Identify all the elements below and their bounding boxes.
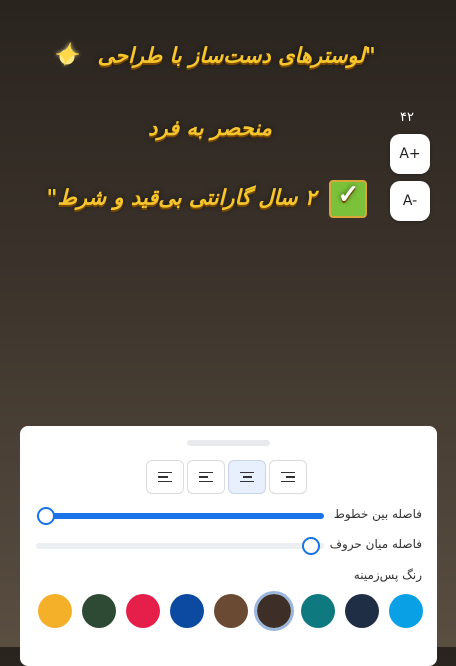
caption-line-3: ۲ سال گارانتی بی‌قید و شرط" bbox=[30, 180, 390, 218]
color-swatch[interactable] bbox=[38, 594, 72, 628]
decrease-font-button[interactable]: A- bbox=[390, 181, 430, 221]
line-spacing-thumb[interactable] bbox=[36, 507, 55, 525]
letter-spacing-thumb[interactable] bbox=[301, 537, 320, 555]
align-center-icon bbox=[240, 471, 254, 483]
font-size-value: ۴۲ bbox=[400, 110, 414, 125]
caption-line-2: منحصر به فرد bbox=[148, 115, 272, 140]
color-swatch[interactable] bbox=[81, 594, 116, 628]
align-left-button[interactable] bbox=[146, 460, 184, 494]
line-spacing-row: فاصله بین خطوط bbox=[20, 504, 437, 528]
alignment-group bbox=[146, 460, 307, 494]
letter-spacing-row: فاصله میان حروف bbox=[20, 534, 437, 558]
background-color-label: رنگ پس‌زمینه bbox=[353, 568, 422, 582]
color-swatch[interactable] bbox=[213, 594, 248, 628]
color-swatch[interactable] bbox=[345, 594, 380, 628]
background-color-swatches bbox=[38, 591, 423, 631]
color-swatch[interactable] bbox=[169, 594, 204, 628]
letter-spacing-label: فاصله میان حروف bbox=[329, 537, 422, 551]
sparkles-icon bbox=[50, 38, 85, 74]
caption-text-1: "لوسترهای دست‌ساز با طراحی bbox=[97, 42, 376, 68]
increase-font-button[interactable]: A+ bbox=[390, 134, 430, 174]
align-right-icon bbox=[281, 471, 295, 483]
caption-line-1: "لوسترهای دست‌ساز با طراحی bbox=[30, 38, 390, 74]
align-left-icon bbox=[158, 471, 172, 483]
color-swatch[interactable] bbox=[254, 591, 295, 631]
align-right-button[interactable] bbox=[269, 460, 307, 494]
letter-spacing-track[interactable] bbox=[36, 537, 324, 555]
line-spacing-label: فاصله بین خطوط bbox=[333, 507, 422, 521]
align-center-button[interactable] bbox=[228, 460, 266, 494]
color-swatch[interactable] bbox=[389, 594, 423, 628]
color-swatch[interactable] bbox=[301, 594, 336, 628]
color-swatch[interactable] bbox=[125, 594, 160, 628]
line-spacing-fill bbox=[44, 513, 324, 519]
align-left-ragged-icon bbox=[199, 471, 213, 483]
caption-text-3: ۲ سال گارانتی بی‌قید و شرط" bbox=[46, 184, 317, 210]
drag-handle[interactable] bbox=[187, 440, 270, 446]
align-left-ragged-button[interactable] bbox=[187, 460, 225, 494]
check-mark-button-icon bbox=[329, 180, 368, 218]
style-panel: فاصله بین خطوط فاصله میان حروف رنگ پس‌زم… bbox=[20, 426, 437, 666]
line-spacing-track[interactable] bbox=[36, 507, 324, 525]
